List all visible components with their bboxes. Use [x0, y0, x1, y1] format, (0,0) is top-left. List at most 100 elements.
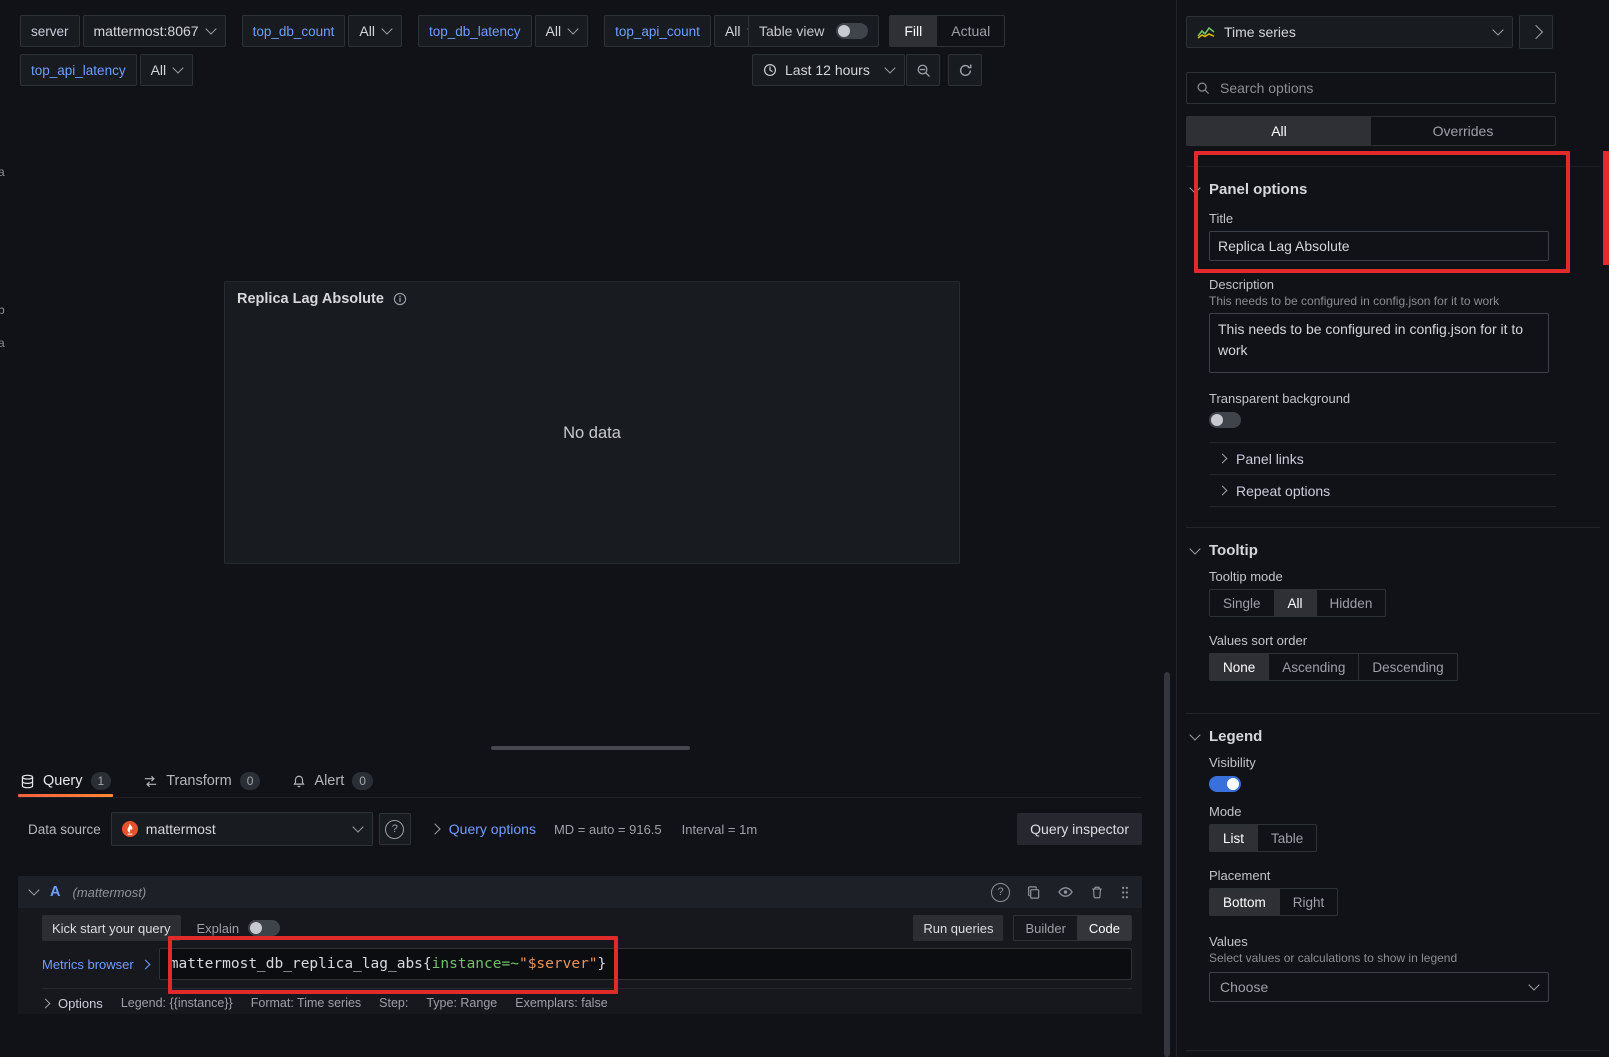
tab-query[interactable]: Query 1 — [18, 765, 113, 797]
filter-tab-all[interactable]: All — [1187, 117, 1371, 145]
query-inspector-button[interactable]: Query inspector — [1017, 813, 1142, 845]
prometheus-icon — [122, 821, 138, 837]
chevron-right-icon — [140, 959, 150, 969]
legend-mode-list[interactable]: List — [1210, 825, 1257, 851]
editor-mode-code[interactable]: Code — [1077, 916, 1131, 940]
interval-text: Interval = 1m — [682, 822, 758, 837]
tooltip-mode-label: Tooltip mode — [1209, 569, 1556, 584]
kick-start-query-button[interactable]: Kick start your query — [42, 915, 181, 941]
options-format-summary: Format: Time series — [251, 996, 361, 1010]
legend-values-help: Select values or calculations to show in… — [1209, 951, 1556, 966]
toolbar-variables-row-1: server mattermost:8067 top_db_count All … — [20, 15, 768, 47]
variable-server-value-dropdown[interactable]: mattermost:8067 — [83, 15, 226, 47]
chevron-down-icon — [381, 23, 392, 34]
tooltip-header[interactable]: Tooltip — [1191, 542, 1556, 559]
variable-top-db-count-value-dropdown[interactable]: All — [348, 15, 402, 47]
drag-query-handle-icon[interactable] — [1120, 885, 1130, 900]
options-step-summary: Step: — [379, 996, 408, 1010]
panel-title-input[interactable] — [1209, 231, 1549, 261]
hide-query-icon[interactable] — [1057, 884, 1074, 900]
delete-query-icon[interactable] — [1090, 885, 1104, 900]
variable-top-api-latency-value-dropdown[interactable]: All — [140, 54, 194, 86]
panel-title[interactable]: Replica Lag Absolute — [237, 291, 384, 307]
help-icon[interactable]: ? — [991, 883, 1010, 902]
legend-mode-table[interactable]: Table — [1257, 825, 1316, 851]
tab-alert-count: 0 — [352, 772, 373, 790]
section-panel-options: Panel options Title Description This nee… — [1186, 166, 1600, 511]
pane-resize-handle[interactable] — [491, 746, 690, 750]
tooltip-mode-single[interactable]: Single — [1210, 590, 1274, 616]
search-options-input[interactable] — [1218, 79, 1546, 97]
panel-options-title: Panel options — [1209, 181, 1307, 198]
sort-ascending[interactable]: Ascending — [1268, 654, 1358, 680]
variable-top-api-latency-value: All — [151, 62, 167, 78]
tab-alert[interactable]: Alert 0 — [290, 765, 375, 797]
filter-tab-overrides[interactable]: Overrides — [1371, 117, 1555, 145]
editor-tabs: Query 1 Transform 0 Alert 0 — [18, 765, 1142, 798]
refresh-button[interactable] — [948, 54, 982, 86]
variable-top-api-count-label: top_api_count — [604, 15, 711, 47]
time-range-picker[interactable]: Last 12 hours — [752, 54, 905, 86]
info-icon[interactable] — [393, 292, 407, 306]
table-view-toggle[interactable] — [836, 23, 868, 39]
tab-transform[interactable]: Transform 0 — [141, 765, 262, 797]
legend-header[interactable]: Legend — [1191, 728, 1556, 745]
legend-placement-group: Bottom Right — [1209, 888, 1338, 916]
tooltip-mode-hidden[interactable]: Hidden — [1316, 590, 1386, 616]
promql-query-input[interactable]: mattermost_db_replica_lag_abs{instance=~… — [159, 948, 1132, 980]
editor-mode-builder[interactable]: Builder — [1014, 916, 1076, 940]
tooltip-title: Tooltip — [1209, 542, 1258, 559]
chevron-down-icon — [172, 62, 183, 73]
edge-text-fragment: b — [0, 303, 5, 317]
datasource-picker[interactable]: mattermost — [111, 812, 373, 846]
description-field-help: This needs to be configured in config.js… — [1209, 294, 1556, 309]
visibility-label: Visibility — [1209, 755, 1556, 770]
promql-label-name: instance — [432, 956, 502, 972]
chevron-down-icon — [1189, 729, 1200, 740]
options-collapse-toggle[interactable]: Options — [42, 996, 103, 1011]
transparent-background-toggle[interactable] — [1209, 412, 1241, 428]
panel-options-header[interactable]: Panel options — [1191, 181, 1556, 198]
collapse-query-row-icon[interactable] — [28, 884, 39, 895]
search-icon — [1196, 81, 1210, 95]
sidebar-top-bar: Time series — [1177, 0, 1609, 49]
query-options-toggle[interactable]: Query options — [431, 821, 536, 837]
sort-descending[interactable]: Descending — [1358, 654, 1456, 680]
duplicate-query-icon[interactable] — [1026, 885, 1041, 900]
datasource-name: mattermost — [146, 821, 216, 837]
chevron-down-icon — [1492, 24, 1503, 35]
chevron-down-icon — [205, 23, 216, 34]
metrics-browser-button[interactable]: Metrics browser — [42, 957, 149, 972]
main-scrollbar[interactable] — [1164, 672, 1170, 1057]
run-queries-button[interactable]: Run queries — [913, 915, 1003, 941]
variable-top-api-count: top_api_count All — [604, 15, 767, 47]
zoom-out-button[interactable] — [906, 54, 940, 86]
sort-none[interactable]: None — [1210, 654, 1268, 680]
explain-toggle[interactable] — [248, 920, 280, 936]
legend-values-label: Values — [1209, 934, 1556, 949]
clock-icon — [763, 63, 777, 77]
visualization-picker[interactable]: Time series — [1186, 16, 1513, 48]
repeat-options-collapse[interactable]: Repeat options — [1209, 474, 1556, 506]
placement-bottom[interactable]: Bottom — [1210, 889, 1279, 915]
datasource-help-button[interactable]: ? — [379, 813, 411, 845]
promql-metric: mattermost_db_replica_lag_abs — [170, 956, 423, 972]
collapse-options-pane-button[interactable] — [1519, 15, 1553, 49]
legend-title: Legend — [1209, 728, 1262, 745]
panel-description-textarea[interactable]: This needs to be configured in config.js… — [1209, 313, 1549, 373]
table-view-label: Table view — [759, 23, 824, 39]
pane-size-option-fill[interactable]: Fill — [890, 16, 936, 46]
values-sort-order-group: None Ascending Descending — [1209, 653, 1458, 681]
variable-server-value: mattermost:8067 — [94, 23, 199, 39]
legend-visibility-toggle[interactable] — [1209, 776, 1241, 792]
visualization-name: Time series — [1224, 24, 1296, 40]
panel-links-collapse[interactable]: Panel links — [1209, 442, 1556, 474]
placement-right[interactable]: Right — [1279, 889, 1338, 915]
variable-top-db-latency-value-dropdown[interactable]: All — [535, 15, 589, 47]
panel-links-label: Panel links — [1236, 451, 1304, 467]
pane-size-option-actual[interactable]: Actual — [936, 16, 1004, 46]
promql-operator: =~ — [502, 956, 519, 972]
toggle-knob — [1211, 414, 1223, 426]
legend-values-select[interactable]: Choose — [1209, 972, 1549, 1002]
tooltip-mode-all[interactable]: All — [1274, 590, 1316, 616]
